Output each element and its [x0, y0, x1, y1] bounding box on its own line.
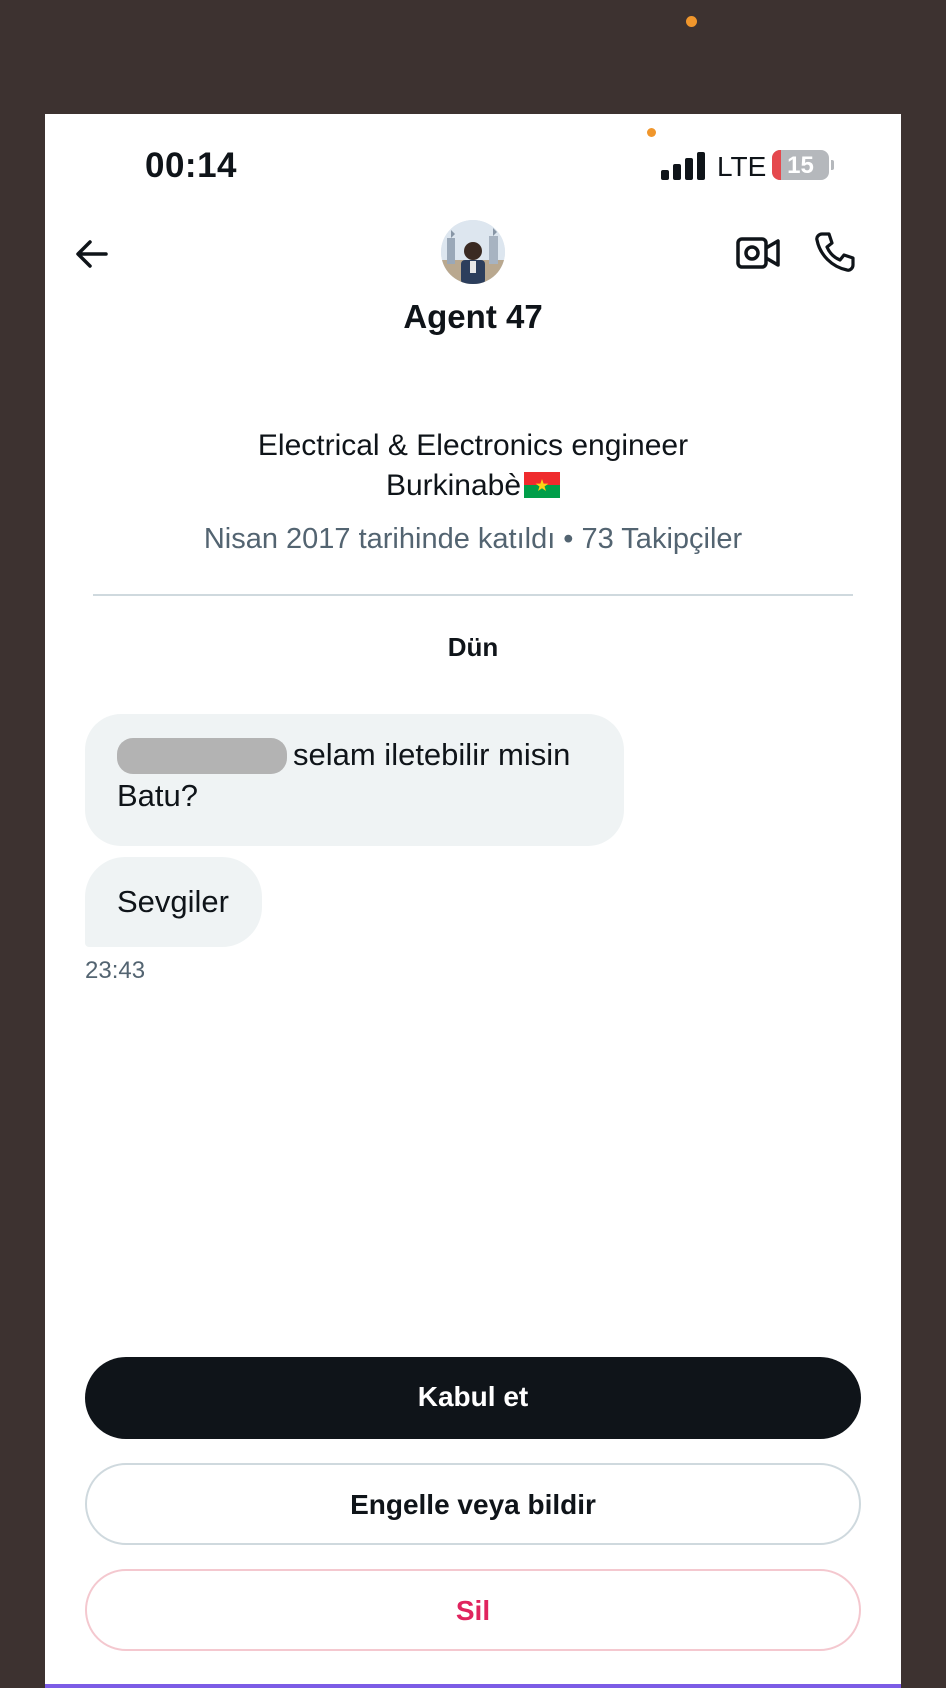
bio-line-2: Burkinabè — [45, 466, 901, 506]
phone-icon[interactable] — [813, 230, 857, 274]
message-text: selam iletebilir misin — [293, 737, 571, 772]
indicator-dot — [686, 16, 697, 27]
profile-meta: Nisan 2017 tarihinde katıldı • 73 Takipç… — [203, 523, 743, 555]
message-bubble[interactable]: Sevgiler — [85, 857, 262, 947]
message-timestamp: 23:43 — [85, 957, 146, 984]
message-bubble[interactable]: selam iletebilir misin Batu? — [85, 714, 624, 846]
bio-text: Burkinabè — [385, 469, 522, 502]
date-separator: Dün — [447, 632, 499, 662]
arrow-left-icon[interactable] — [72, 234, 112, 274]
battery-level: 15 — [787, 152, 814, 179]
redacted-text — [117, 738, 287, 774]
burkina-faso-flag-icon — [524, 469, 561, 498]
signal-icon — [661, 152, 707, 180]
message-text: Sevgiler — [117, 884, 229, 919]
message-text-continued: Batu? — [117, 778, 199, 813]
video-camera-icon[interactable] — [735, 232, 781, 274]
delete-button[interactable]: Sil — [85, 1569, 861, 1651]
contact-name: Agent 47 — [403, 298, 543, 335]
privacy-indicator-dot — [647, 128, 656, 137]
profile-bio: Electrical & Electronics engineer Burkin… — [45, 426, 901, 506]
phone-screen: 00:14 LTE 15 Agent 47 Electrical & Elect… — [45, 114, 901, 1688]
battery-cap — [831, 160, 834, 170]
avatar[interactable] — [441, 220, 505, 284]
status-time: 00:14 — [145, 146, 238, 185]
bottom-indicator — [45, 1684, 901, 1688]
network-type: LTE — [717, 151, 767, 182]
bio-line-1: Electrical & Electronics engineer — [257, 429, 689, 462]
battery-icon: 15 — [772, 150, 829, 180]
block-or-report-button[interactable]: Engelle veya bildir — [85, 1463, 861, 1545]
accept-button[interactable]: Kabul et — [85, 1357, 861, 1439]
divider — [93, 594, 853, 596]
